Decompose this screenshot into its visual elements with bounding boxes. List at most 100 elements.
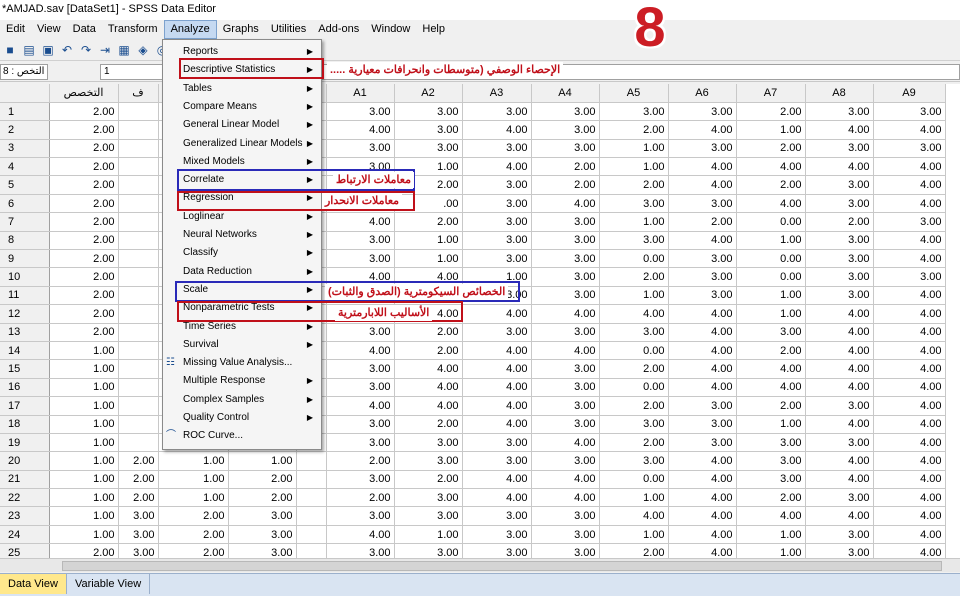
menu-analyze[interactable]: Analyze	[163, 20, 217, 39]
data-cell[interactable]: 3.00	[531, 139, 600, 159]
data-cell[interactable]: 3.00	[228, 543, 297, 558]
data-cell[interactable]: 4.00	[531, 341, 600, 361]
menu-view[interactable]: View	[31, 20, 67, 39]
menu-transform[interactable]: Transform	[102, 20, 164, 39]
data-cell[interactable]: 3.00	[531, 286, 600, 306]
data-cell[interactable]: 4.00	[805, 378, 874, 398]
data-cell[interactable]: 3.00	[805, 488, 874, 508]
data-cell[interactable]: 1.00	[49, 378, 119, 398]
data-cell[interactable]: 2.00	[736, 102, 806, 122]
column-header[interactable]: A5	[599, 84, 669, 103]
data-cell[interactable]: 3.00	[805, 543, 874, 558]
column-header[interactable]: A1	[326, 84, 395, 103]
data-cell[interactable]: 2.00	[49, 323, 119, 342]
data-cell[interactable]: 4.00	[668, 231, 737, 251]
data-cell[interactable]: 3.00	[394, 506, 463, 526]
data-cell[interactable]	[118, 396, 159, 416]
data-cell[interactable]: 4.00	[873, 359, 946, 379]
column-header[interactable]: A3	[462, 84, 532, 103]
data-cell[interactable]: 3.00	[462, 451, 532, 471]
data-cell[interactable]: 2.00	[531, 157, 600, 177]
data-cell[interactable]: 2.00	[736, 488, 806, 508]
row-number[interactable]: 8	[0, 231, 50, 251]
data-cell[interactable]: 4.00	[736, 506, 806, 526]
data-cell[interactable]	[118, 139, 159, 159]
data-cell[interactable]: 2.00	[599, 267, 669, 287]
data-cell[interactable]: 3.00	[805, 433, 874, 453]
data-cell[interactable]	[118, 212, 159, 232]
data-cell[interactable]: 3.00	[599, 194, 669, 214]
data-cell[interactable]: 3.00	[394, 543, 463, 558]
data-cell[interactable]: 3.00	[805, 267, 874, 287]
print-icon[interactable]: ▤	[21, 42, 37, 58]
insert-variable-icon[interactable]: ▦	[116, 42, 132, 58]
data-cell[interactable]	[118, 341, 159, 361]
data-cell[interactable]: 3.00	[462, 139, 532, 159]
data-cell[interactable]: 3.00	[531, 378, 600, 398]
data-cell[interactable]: 3.00	[599, 102, 669, 122]
data-cell[interactable]: 2.00	[49, 139, 119, 159]
data-cell[interactable]: 1.00	[49, 506, 119, 526]
menu-item-neural-networks[interactable]: Neural Networks ▶	[163, 226, 321, 244]
data-cell[interactable]: 3.00	[531, 506, 600, 526]
row-number[interactable]: 2	[0, 120, 50, 140]
row-number[interactable]: 3	[0, 139, 50, 159]
data-cell[interactable]: 3.00	[462, 433, 532, 453]
data-cell[interactable]: 4.00	[394, 359, 463, 379]
data-cell[interactable]: 3.00	[326, 378, 395, 398]
data-cell[interactable]: 3.00	[228, 506, 297, 526]
data-cell[interactable]: 4.00	[668, 525, 737, 545]
data-cell[interactable]: 3.00	[326, 359, 395, 379]
data-cell[interactable]: 1.00	[49, 525, 119, 545]
data-cell[interactable]: 4.00	[462, 470, 532, 490]
row-number[interactable]: 19	[0, 433, 50, 453]
data-cell[interactable]: 4.00	[668, 323, 737, 342]
data-cell[interactable]: 3.00	[531, 525, 600, 545]
row-number[interactable]: 20	[0, 451, 50, 471]
data-cell[interactable]: 3.00	[531, 120, 600, 140]
data-cell[interactable]: 3.00	[805, 249, 874, 269]
data-cell[interactable]: 1.00	[599, 157, 669, 177]
data-cell[interactable]	[296, 543, 327, 558]
data-cell[interactable]: 4.00	[668, 488, 737, 508]
data-cell[interactable]: 3.00	[873, 139, 946, 159]
data-cell[interactable]: 3.00	[531, 249, 600, 269]
data-cell[interactable]: 4.00	[873, 506, 946, 526]
data-cell[interactable]: 3.00	[531, 396, 600, 416]
data-cell[interactable]: 3.00	[462, 175, 532, 195]
data-cell[interactable]: 2.00	[394, 341, 463, 361]
data-cell[interactable]: 3.00	[736, 470, 806, 490]
data-cell[interactable]: 4.00	[805, 157, 874, 177]
menu-item-data-reduction[interactable]: Data Reduction ▶	[163, 263, 321, 281]
data-cell[interactable]: 4.00	[873, 525, 946, 545]
data-cell[interactable]: 2.00	[158, 525, 229, 545]
data-cell[interactable]: 4.00	[668, 157, 737, 177]
data-cell[interactable]: 4.00	[462, 341, 532, 361]
data-cell[interactable]	[296, 470, 327, 490]
data-cell[interactable]: 2.00	[49, 304, 119, 324]
data-cell[interactable]: 0.00	[736, 267, 806, 287]
data-cell[interactable]: 3.00	[531, 543, 600, 558]
data-cell[interactable]: 4.00	[668, 175, 737, 195]
data-cell[interactable]: 4.00	[462, 359, 532, 379]
data-cell[interactable]: 4.00	[394, 378, 463, 398]
row-number[interactable]: 18	[0, 415, 50, 434]
data-cell[interactable]: 2.00	[394, 212, 463, 232]
data-cell[interactable]: 3.00	[462, 231, 532, 251]
data-cell[interactable]: 1.00	[599, 212, 669, 232]
data-cell[interactable]: 1.00	[736, 543, 806, 558]
data-cell[interactable]: 3.00	[326, 415, 395, 434]
data-cell[interactable]: 3.00	[531, 323, 600, 342]
data-cell[interactable]: 2.00	[394, 470, 463, 490]
data-cell[interactable]: 4.00	[462, 378, 532, 398]
save-icon[interactable]: ■	[2, 42, 18, 58]
column-header[interactable]: ف	[118, 84, 159, 103]
data-cell[interactable]: 4.00	[805, 304, 874, 324]
data-cell[interactable]: 3.00	[531, 415, 600, 434]
data-cell[interactable]: 2.00	[599, 359, 669, 379]
row-number[interactable]: 25	[0, 543, 50, 558]
data-cell[interactable]: 1.00	[599, 525, 669, 545]
data-cell[interactable]: 4.00	[873, 304, 946, 324]
column-header[interactable]: A2	[394, 84, 463, 103]
data-cell[interactable]: 4.00	[736, 194, 806, 214]
